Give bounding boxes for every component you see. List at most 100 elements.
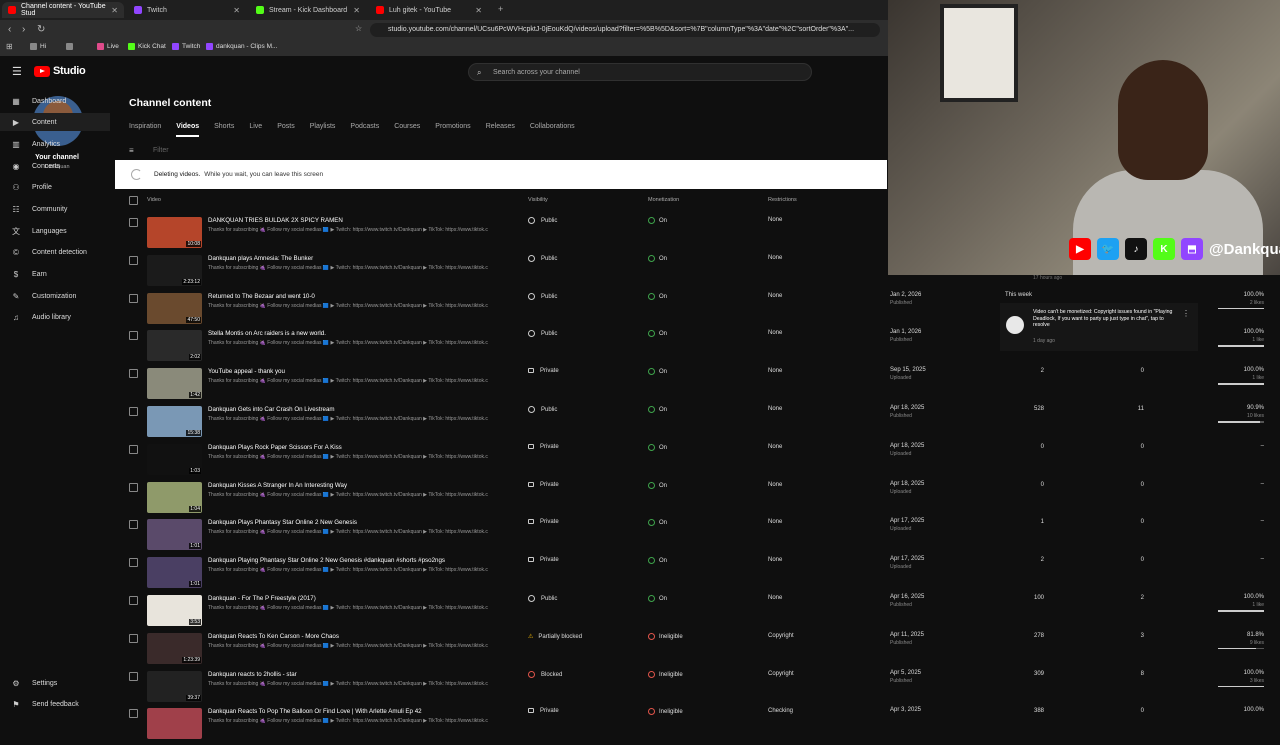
- tab-podcasts[interactable]: Podcasts: [350, 123, 379, 137]
- visibility-cell[interactable]: Blocked: [528, 670, 562, 678]
- table-row[interactable]: 3:53 Dankquan - For The P Freestyle (2017…: [114, 594, 1280, 632]
- monetization-cell[interactable]: On: [648, 481, 667, 489]
- sidebar-item-content[interactable]: ▶ Content: [0, 113, 110, 131]
- video-thumbnail[interactable]: 3:53: [147, 595, 202, 626]
- monetization-cell[interactable]: Ineligible: [648, 632, 683, 640]
- browser-tab[interactable]: Luh gitek - YouTube ✕: [370, 2, 488, 18]
- monetization-cell[interactable]: On: [648, 406, 667, 413]
- video-title[interactable]: Returned to The Bezaar and went 10-0: [208, 293, 315, 300]
- visibility-cell[interactable]: Public: [528, 217, 557, 224]
- sidebar-item-content-detection[interactable]: © Content detection: [0, 243, 110, 261]
- monetization-cell[interactable]: On: [648, 368, 667, 376]
- video-title[interactable]: Dankquan Plays Phantasy Star Online 2 Ne…: [208, 519, 357, 526]
- tab-courses[interactable]: Courses: [394, 123, 420, 137]
- video-title[interactable]: Dankquan Plays Rock Paper Scissors For A…: [208, 444, 342, 451]
- visibility-cell[interactable]: Private: [528, 368, 559, 374]
- monetization-cell[interactable]: On: [648, 254, 667, 262]
- row-checkbox[interactable]: [129, 482, 138, 492]
- row-checkbox[interactable]: [129, 255, 138, 265]
- video-thumbnail[interactable]: 10:08: [147, 217, 202, 248]
- video-thumbnail[interactable]: 15:38: [147, 406, 202, 437]
- sidebar-item-languages[interactable]: 文 Languages: [0, 222, 110, 240]
- video-thumbnail[interactable]: 39:37: [147, 670, 202, 702]
- video-thumbnail[interactable]: 1:01: [147, 557, 202, 589]
- monetization-cell[interactable]: On: [648, 557, 667, 565]
- column-header-visibility[interactable]: Visibility: [528, 197, 548, 203]
- tab-live[interactable]: Live: [249, 123, 262, 137]
- video-title[interactable]: Dankquan Playing Phantasy Star Online 2 …: [208, 557, 445, 564]
- tab-playlists[interactable]: Playlists: [310, 123, 336, 137]
- table-row[interactable]: 1:23:39 Dankquan Reacts To Ken Carson - M…: [114, 632, 1280, 670]
- monetization-cell[interactable]: On: [648, 217, 667, 224]
- bookmark-item[interactable]: dankquan - Clips M...: [206, 43, 277, 50]
- more-options-icon[interactable]: ⋮: [1182, 309, 1190, 318]
- row-checkbox[interactable]: [129, 444, 138, 454]
- close-tab-icon[interactable]: ✕: [353, 6, 360, 15]
- row-checkbox[interactable]: [129, 218, 138, 227]
- column-header-video[interactable]: Video: [147, 197, 161, 203]
- video-thumbnail[interactable]: 1:42: [147, 368, 202, 400]
- settings-button[interactable]: ⚙ Settings: [0, 674, 110, 692]
- menu-icon[interactable]: ☰: [12, 65, 22, 78]
- select-all-checkbox[interactable]: [129, 196, 138, 205]
- column-header-restrictions[interactable]: Restrictions: [768, 197, 797, 203]
- table-row[interactable]: 1:03 Dankquan Plays Rock Paper Scissors F…: [114, 443, 1280, 481]
- row-checkbox[interactable]: [129, 671, 138, 681]
- video-thumbnail[interactable]: 1:04: [147, 481, 202, 513]
- video-title[interactable]: Dankquan Kisses A Stranger In An Interes…: [208, 482, 347, 489]
- video-title[interactable]: YouTube appeal - thank you: [208, 368, 285, 375]
- video-title[interactable]: Dankquan Reacts To Pop The Balloon Or Fi…: [208, 708, 422, 715]
- video-title[interactable]: Dankquan - For The P Freestyle (2017): [208, 595, 316, 602]
- close-tab-icon[interactable]: ✕: [111, 6, 118, 15]
- browser-tab[interactable]: Stream - Kick Dashboard ✕: [250, 2, 366, 18]
- sidebar-item-dashboard[interactable]: ▦ Dashboard: [0, 92, 110, 110]
- visibility-cell[interactable]: Public: [528, 330, 557, 338]
- tab-promotions[interactable]: Promotions: [435, 123, 470, 137]
- row-checkbox[interactable]: [129, 709, 138, 719]
- visibility-cell[interactable]: Public: [528, 292, 557, 300]
- table-row[interactable]: 1:04 Dankquan Kisses A Stranger In An Int…: [114, 481, 1280, 519]
- apps-icon[interactable]: ⊞: [6, 42, 13, 51]
- table-row[interactable]: 1:01 Dankquan Playing Phantasy Star Onlin…: [114, 556, 1280, 594]
- video-title[interactable]: Dankquan Gets into Car Crash On Livestre…: [208, 406, 335, 413]
- row-checkbox[interactable]: [129, 520, 138, 530]
- video-thumbnail[interactable]: [147, 708, 202, 740]
- video-title[interactable]: Dankquan plays Amnesia: The Bunker: [208, 255, 313, 262]
- monetization-cell[interactable]: On: [648, 443, 667, 451]
- row-checkbox[interactable]: [129, 633, 138, 643]
- close-tab-icon[interactable]: ✕: [475, 6, 482, 15]
- sidebar-item-analytics[interactable]: ▥ Analytics: [0, 135, 110, 153]
- bookmark-item[interactable]: Twitch: [172, 43, 200, 50]
- notification-item[interactable]: Video can't be monetized: Copyright issu…: [1000, 303, 1198, 351]
- sidebar-item-customization[interactable]: ✎ Customization: [0, 287, 110, 305]
- table-row[interactable]: Dankquan Reacts To Pop The Balloon Or Fi…: [114, 707, 1280, 745]
- monetization-cell[interactable]: On: [648, 292, 667, 300]
- video-thumbnail[interactable]: 2:02: [147, 330, 202, 362]
- video-title[interactable]: Stella Montis on Arc raiders is a new wo…: [208, 330, 326, 337]
- bookmark-item[interactable]: [66, 43, 76, 50]
- video-thumbnail[interactable]: 1:23:39: [147, 632, 202, 664]
- back-icon[interactable]: ‹: [8, 24, 11, 35]
- column-header-monetization[interactable]: Monetization: [648, 197, 679, 203]
- send-feedback-button[interactable]: ⚑ Send feedback: [0, 695, 110, 713]
- tab-posts[interactable]: Posts: [277, 123, 295, 137]
- tab-collaborations[interactable]: Collaborations: [530, 123, 575, 137]
- sidebar-item-concerts[interactable]: ◉ Concerts: [0, 157, 110, 175]
- visibility-cell[interactable]: Private: [528, 519, 559, 525]
- table-row[interactable]: 39:37 Dankquan reacts to 2hollis - star Th…: [114, 670, 1280, 708]
- bookmark-item[interactable]: Live: [97, 43, 119, 50]
- visibility-cell[interactable]: Private: [528, 443, 559, 450]
- sidebar-item-profile[interactable]: ⚇ Profile: [0, 178, 110, 196]
- reload-icon[interactable]: ↻: [37, 24, 45, 35]
- video-title[interactable]: Dankquan reacts to 2hollis - star: [208, 671, 297, 678]
- table-row[interactable]: 15:38 Dankquan Gets into Car Crash On Liv…: [114, 405, 1280, 443]
- url-field[interactable]: studio.youtube.com/channel/UCsu6PcWVHcpk…: [370, 23, 880, 37]
- visibility-cell[interactable]: ⚠ Partially blocked: [528, 633, 582, 640]
- sidebar-item-audio-library[interactable]: ♫ Audio library: [0, 308, 110, 326]
- visibility-cell[interactable]: Private: [528, 557, 559, 563]
- browser-tab[interactable]: Channel content - YouTube Stud ✕: [2, 2, 124, 18]
- row-checkbox[interactable]: [129, 331, 138, 341]
- video-title[interactable]: DANKQUAN TRIES BULDAK 2X SPICY RAMEN: [208, 217, 343, 224]
- video-thumbnail[interactable]: 1:03: [147, 443, 202, 475]
- filter-input[interactable]: Filter: [153, 147, 169, 154]
